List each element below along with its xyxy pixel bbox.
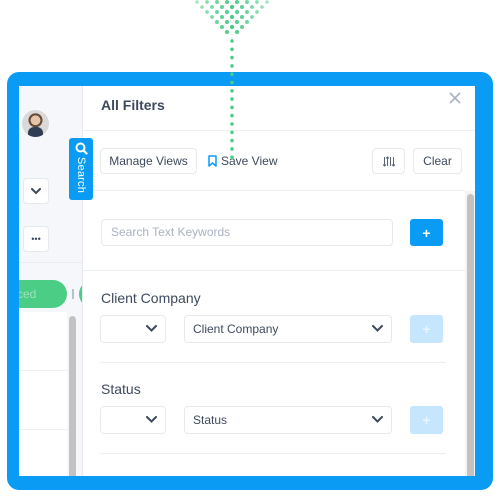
more-options-button[interactable]: ••• bbox=[23, 226, 49, 252]
chevron-down-icon bbox=[372, 416, 383, 423]
decorative-dot bbox=[255, 0, 259, 4]
search-tab-label: Search bbox=[75, 157, 87, 194]
client-company-field-select[interactable]: Client Company bbox=[184, 315, 392, 343]
status-field-select[interactable]: Status bbox=[184, 406, 392, 434]
divider bbox=[83, 130, 475, 131]
save-view-button[interactable]: Save View bbox=[208, 153, 277, 169]
user-avatar[interactable] bbox=[22, 110, 49, 137]
more-icon: ••• bbox=[31, 234, 41, 244]
decorative-dot bbox=[219, 14, 225, 20]
clear-label: Clear bbox=[423, 154, 452, 168]
dropdown-button[interactable] bbox=[23, 178, 49, 204]
divider bbox=[83, 190, 465, 191]
decorative-dot bbox=[245, 10, 249, 14]
chevron-down-icon bbox=[146, 416, 157, 423]
row-divider bbox=[19, 429, 67, 430]
add-status-button[interactable]: + bbox=[410, 406, 443, 434]
add-keyword-button[interactable]: + bbox=[410, 219, 443, 246]
decorative-dot bbox=[205, 0, 209, 4]
decorative-dot bbox=[215, 0, 219, 4]
decorative-dot bbox=[239, 4, 245, 10]
decorative-dot bbox=[224, 9, 230, 15]
decorative-dot bbox=[250, 15, 254, 19]
decorative-dot bbox=[200, 5, 204, 9]
divider bbox=[100, 362, 446, 363]
field-value: Client Company bbox=[193, 322, 279, 336]
close-button[interactable] bbox=[447, 90, 463, 106]
decorative-dot bbox=[215, 20, 219, 24]
filter-label-status: Status bbox=[101, 381, 141, 397]
decorative-dot bbox=[230, 39, 234, 43]
client-company-operator-select[interactable] bbox=[100, 315, 166, 343]
decorative-dot bbox=[205, 10, 209, 14]
filter-label-client-company: Client Company bbox=[101, 290, 201, 306]
plus-icon: + bbox=[422, 412, 431, 428]
decorative-dot bbox=[229, 4, 235, 10]
save-view-label: Save View bbox=[221, 154, 278, 168]
decorative-dot bbox=[195, 0, 199, 4]
decorative-dot bbox=[234, 19, 240, 25]
decorative-dot bbox=[219, 4, 225, 10]
decorative-dot bbox=[234, 9, 240, 15]
search-tab[interactable]: Search bbox=[69, 138, 93, 200]
sort-button[interactable] bbox=[372, 148, 405, 174]
separator-bar bbox=[72, 289, 74, 299]
all-filters-panel: All Filters Manage Views Save View Clear bbox=[83, 86, 475, 476]
decorative-dot bbox=[229, 14, 235, 20]
keyword-search-input[interactable]: Search Text Keywords bbox=[101, 219, 393, 246]
decorative-dot bbox=[239, 14, 245, 20]
add-client-company-button[interactable]: + bbox=[410, 315, 443, 343]
keyword-search-placeholder: Search Text Keywords bbox=[111, 225, 231, 239]
decorative-dot bbox=[210, 5, 214, 9]
manage-views-button[interactable]: Manage Views bbox=[100, 148, 197, 174]
clear-button[interactable]: Clear bbox=[413, 148, 462, 174]
app-screen: ••• ced Search All Filters Manage Views … bbox=[19, 86, 475, 476]
decorative-dot bbox=[224, 29, 230, 35]
sort-arrows-icon bbox=[382, 155, 395, 167]
panel-scrollbar[interactable] bbox=[467, 194, 474, 476]
row-divider bbox=[19, 370, 67, 371]
plus-icon: + bbox=[422, 224, 431, 241]
decorative-dot bbox=[255, 10, 259, 14]
chevron-down-icon bbox=[31, 187, 41, 194]
decorative-dot bbox=[260, 5, 264, 9]
decorative-dot bbox=[234, 0, 240, 5]
decorative-dot bbox=[265, 0, 269, 4]
decorative-dot bbox=[239, 24, 245, 30]
decorative-dot bbox=[229, 24, 235, 30]
decorative-dot bbox=[224, 0, 230, 5]
background-scrollbar[interactable] bbox=[69, 316, 76, 476]
chevron-down-icon bbox=[146, 325, 157, 332]
close-icon bbox=[449, 92, 461, 104]
divider bbox=[19, 262, 83, 263]
panel-title: All Filters bbox=[101, 97, 165, 113]
status-pill-text: ced bbox=[19, 287, 37, 301]
bookmark-icon bbox=[208, 155, 217, 167]
decorative-dot bbox=[210, 15, 214, 19]
status-operator-select[interactable] bbox=[100, 406, 166, 434]
divider bbox=[100, 453, 446, 454]
field-value: Status bbox=[193, 413, 228, 427]
decorative-dot bbox=[215, 10, 219, 14]
decorative-dot bbox=[230, 47, 234, 52]
divider bbox=[83, 270, 465, 271]
decorative-dot bbox=[245, 0, 249, 4]
status-pill[interactable]: ced bbox=[19, 280, 67, 308]
decorative-dot bbox=[230, 55, 234, 60]
decorative-dot bbox=[250, 5, 254, 9]
plus-icon: + bbox=[422, 321, 431, 337]
decorative-dot bbox=[230, 64, 234, 68]
decorative-dot bbox=[224, 19, 230, 25]
chevron-down-icon bbox=[372, 325, 383, 332]
decorative-dot bbox=[245, 20, 249, 24]
manage-views-label: Manage Views bbox=[109, 154, 188, 168]
background-list bbox=[19, 312, 67, 476]
decorative-dot bbox=[234, 29, 240, 35]
decorative-dot bbox=[219, 24, 225, 30]
search-icon bbox=[75, 142, 88, 155]
